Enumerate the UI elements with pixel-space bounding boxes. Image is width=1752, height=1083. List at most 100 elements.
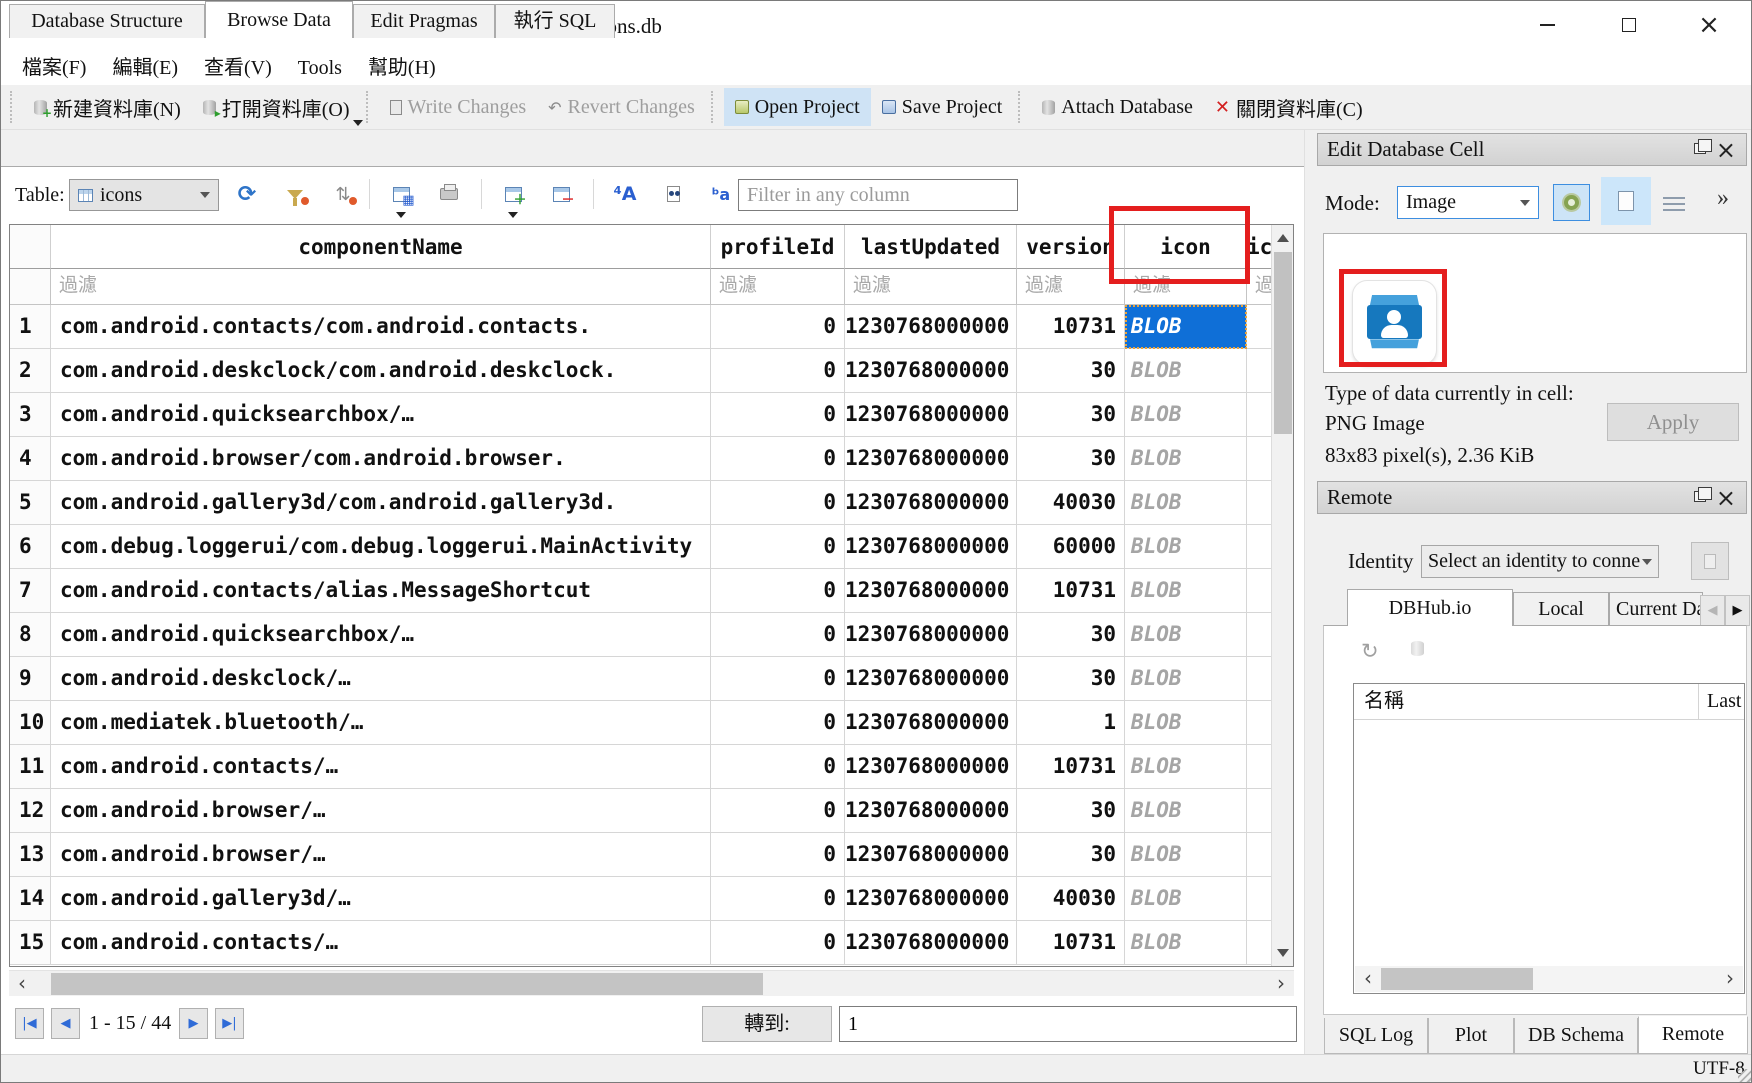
cell-componentName[interactable]: com.android.browser/… [51, 789, 711, 833]
cell-version[interactable]: 30 [1017, 349, 1125, 393]
scroll-right-arrow[interactable]: › [1717, 966, 1743, 992]
cell-lastUpdated[interactable]: 1230768000000 [845, 349, 1017, 393]
dock-tab-plot[interactable]: Plot [1428, 1018, 1514, 1054]
cell-icon[interactable]: BLOB [1125, 789, 1247, 833]
cell-version[interactable]: 30 [1017, 789, 1125, 833]
cell-profileId[interactable]: 0 [711, 393, 845, 437]
cell-icon[interactable]: BLOB [1125, 569, 1247, 613]
cell-componentName[interactable]: com.android.gallery3d/… [51, 877, 711, 921]
auto-switch-mode-button[interactable] [1553, 184, 1590, 221]
filter-partial[interactable]: 過濾 [1247, 269, 1272, 305]
cell-icon[interactable]: BLOB [1125, 701, 1247, 745]
close-database-button[interactable]: ✕ 關閉資料庫(C) [1204, 88, 1374, 126]
text-view-button[interactable] [1601, 177, 1651, 225]
close-button[interactable]: × [1677, 1, 1741, 49]
cell-partial[interactable] [1247, 833, 1272, 877]
encoding-status[interactable]: UTF-8 [1693, 1055, 1745, 1083]
cell-lastUpdated[interactable]: 1230768000000 [845, 657, 1017, 701]
cell-componentName[interactable]: com.debug.loggerui/com.debug.loggerui.Ma… [51, 525, 711, 569]
cell-lastUpdated[interactable]: 1230768000000 [845, 437, 1017, 481]
menu-item[interactable]: 查看(V) [191, 51, 285, 85]
tab-scroll-right-button[interactable]: ▶ [1725, 595, 1750, 626]
cell-version[interactable]: 30 [1017, 437, 1125, 481]
cell-icon[interactable]: BLOB [1125, 657, 1247, 701]
cell-version[interactable]: 1 [1017, 701, 1125, 745]
cell-partial[interactable] [1247, 569, 1272, 613]
last-page-button[interactable]: ▶| [215, 1008, 244, 1039]
cell-lastUpdated[interactable]: 1230768000000 [845, 745, 1017, 789]
row-number[interactable]: 6 [10, 525, 51, 569]
cell-partial[interactable] [1247, 349, 1272, 393]
resize-grip[interactable] [1738, 1069, 1752, 1083]
cell-profileId[interactable]: 0 [711, 921, 845, 965]
scrollbar-thumb[interactable] [1274, 252, 1292, 434]
cell-profileId[interactable]: 0 [711, 833, 845, 877]
cell-partial[interactable] [1247, 393, 1272, 437]
dropdown-icon[interactable] [508, 212, 518, 218]
encoding-button[interactable]: ᵇa [699, 177, 743, 211]
cell-componentName[interactable]: com.android.browser/… [51, 833, 711, 877]
word-wrap-icon[interactable] [1663, 197, 1685, 211]
dock-tab-remote[interactable]: Remote [1638, 1016, 1748, 1054]
open-database-dropdown-icon[interactable] [353, 120, 363, 126]
cell-lastUpdated[interactable]: 1230768000000 [845, 789, 1017, 833]
cell-partial[interactable] [1247, 437, 1272, 481]
row-number[interactable]: 4 [10, 437, 51, 481]
cell-componentName[interactable]: com.android.deskclock/com.android.deskcl… [51, 349, 711, 393]
cell-componentName[interactable]: com.android.contacts/… [51, 745, 711, 789]
scroll-down-arrow[interactable] [1272, 940, 1294, 966]
cell-lastUpdated[interactable]: 1230768000000 [845, 305, 1017, 349]
print-button[interactable] [427, 177, 471, 211]
clear-filters-button[interactable] [273, 177, 317, 211]
cell-version[interactable]: 10731 [1017, 745, 1125, 789]
row-number[interactable]: 3 [10, 393, 51, 437]
cell-version[interactable]: 40030 [1017, 877, 1125, 921]
minimize-button[interactable] [1515, 1, 1579, 49]
column-header-componentName[interactable]: componentName [51, 225, 711, 269]
remote-clone-database-icon[interactable] [1411, 641, 1424, 661]
filter-lastUpdated[interactable]: 過濾 [845, 269, 1017, 305]
cell-componentName[interactable]: com.android.quicksearchbox/… [51, 613, 711, 657]
table-select[interactable]: icons [69, 179, 219, 211]
dock-tab-sql-log[interactable]: SQL Log [1324, 1018, 1428, 1054]
cell-partial[interactable] [1247, 481, 1272, 525]
maximize-button[interactable] [1597, 1, 1661, 49]
open-database-button[interactable]: ▸ 打開資料庫(O) [192, 88, 361, 126]
font-format-button[interactable]: ⁴A [603, 177, 647, 211]
cell-profileId[interactable]: 0 [711, 569, 845, 613]
save-project-button[interactable]: Save Project [871, 88, 1014, 126]
row-number[interactable]: 8 [10, 613, 51, 657]
column-header-partial[interactable]: ic [1247, 225, 1272, 269]
cell-lastUpdated[interactable]: 1230768000000 [845, 701, 1017, 745]
cell-componentName[interactable]: com.android.contacts/alias.MessageShortc… [51, 569, 711, 613]
column-header-profileId[interactable]: profileId [711, 225, 845, 269]
menu-item[interactable]: 幫助(H) [355, 51, 449, 85]
refresh-button[interactable]: ⟳ [225, 177, 269, 211]
float-panel-icon[interactable] [1694, 143, 1706, 154]
cell-lastUpdated[interactable]: 1230768000000 [845, 393, 1017, 437]
cell-version[interactable]: 30 [1017, 833, 1125, 877]
dropdown-icon[interactable] [396, 212, 406, 218]
import-certificate-button[interactable] [1691, 542, 1729, 580]
scroll-right-arrow[interactable]: › [1268, 971, 1294, 997]
cell-lastUpdated[interactable]: 1230768000000 [845, 569, 1017, 613]
cell-version[interactable]: 60000 [1017, 525, 1125, 569]
row-number[interactable]: 9 [10, 657, 51, 701]
row-number[interactable]: 12 [10, 789, 51, 833]
filter-version[interactable]: 過濾 [1017, 269, 1125, 305]
cell-icon[interactable]: BLOB [1125, 525, 1247, 569]
cell-lastUpdated[interactable]: 1230768000000 [845, 833, 1017, 877]
filter-profileId[interactable]: 過濾 [711, 269, 845, 305]
cell-profileId[interactable]: 0 [711, 657, 845, 701]
tab-database-structure[interactable]: Database Structure [9, 4, 205, 38]
remote-tab-local[interactable]: Local [1513, 592, 1609, 626]
save-table-view-button[interactable]: ▦ [379, 177, 423, 211]
cell-partial[interactable] [1247, 525, 1272, 569]
cell-lastUpdated[interactable]: 1230768000000 [845, 921, 1017, 965]
cell-lastUpdated[interactable]: 1230768000000 [845, 613, 1017, 657]
cell-profileId[interactable]: 0 [711, 349, 845, 393]
dock-tab-db-schema[interactable]: DB Schema [1514, 1018, 1638, 1054]
column-header-version[interactable]: version [1017, 225, 1125, 269]
goto-button[interactable]: 轉到: [702, 1006, 832, 1042]
cell-componentName[interactable]: com.android.gallery3d/com.android.galler… [51, 481, 711, 525]
